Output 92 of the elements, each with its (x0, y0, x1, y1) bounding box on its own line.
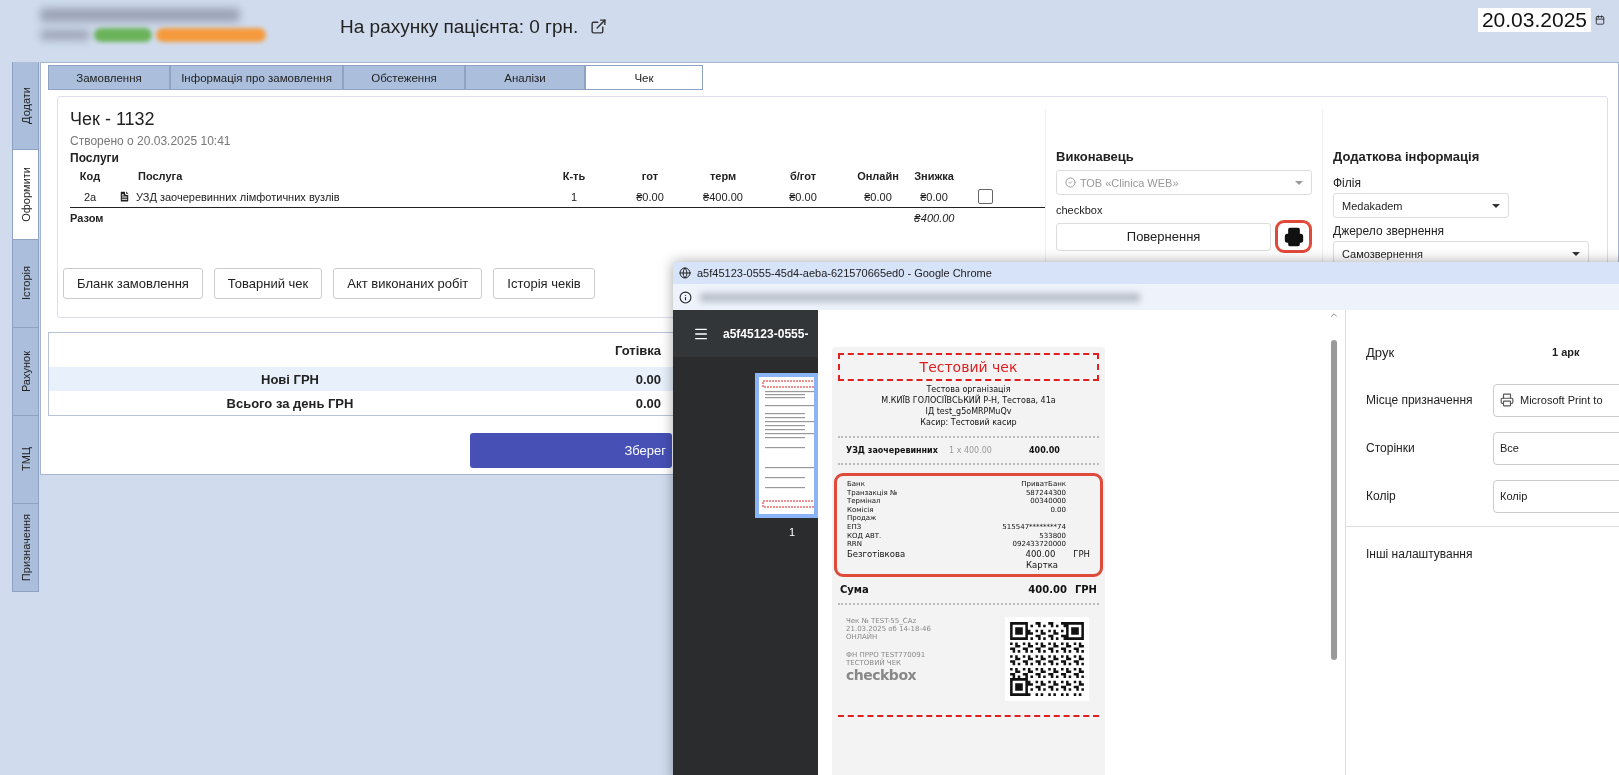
table-cell-text: ₴0.00 (919, 190, 949, 203)
row-label: Всього за день ГРН (225, 395, 355, 411)
table-cell-text: ₴0.00 (788, 190, 818, 203)
table-cell-text: 1 (569, 190, 579, 203)
more-settings[interactable]: Інші налаштування (1366, 547, 1619, 561)
setting-label: Місце призначення (1366, 393, 1474, 407)
page-thumbnail-drawing[interactable] (755, 373, 818, 518)
sum-amount: 400.00 (1028, 583, 1067, 595)
additional-heading: Додаткова інформація (1333, 149, 1481, 164)
sum-currency: ГРН (1074, 583, 1097, 595)
field-label: Джерело звернення (1333, 224, 1446, 238)
payment-currency: ГРН (1073, 548, 1090, 560)
setting-dropdown[interactable]: Все (1493, 431, 1619, 465)
receipt-item-quantity: 1 x 400.00 (949, 446, 993, 455)
print-button[interactable] (1275, 220, 1312, 253)
brand-logo: checkbox (846, 666, 918, 683)
receipt-banner: Тестовий чек (838, 353, 1099, 381)
total-value: ₴400.00 (912, 212, 956, 224)
page-number: 1 (789, 526, 797, 538)
table-cell-text: ₴0.00 (635, 190, 665, 203)
column-header: Готівка (613, 342, 661, 358)
redacted-badge (94, 28, 152, 42)
table-cell-text: 2a (82, 190, 98, 203)
printer-icon (1500, 393, 1514, 407)
tab[interactable]: Замовлення (48, 65, 170, 90)
side-tab[interactable]: Історія (12, 240, 39, 328)
check-title: Чек - 1132 (70, 109, 156, 130)
receipt-header-line: М.КИЇВ ГОЛОСІЇВСЬКИЙ Р-Н, Тестова, 41а (880, 395, 1057, 406)
column-header: Код (78, 169, 102, 182)
receipt-header-line: ІД test_g5oMRPMuQv (924, 406, 1013, 417)
settings-heading: Друк (1366, 344, 1396, 360)
column-header: б/гот (788, 169, 818, 182)
action-button[interactable]: Товарний чек (213, 268, 323, 299)
save-button[interactable]: Зберег (470, 433, 672, 468)
created-date: Створено о 20.03.2025 10:41 (70, 134, 232, 148)
side-tab[interactable]: Додати (12, 62, 39, 150)
column-header: Знижка (913, 169, 955, 182)
date-field[interactable]: 20.03.2025 (1477, 8, 1591, 32)
tab[interactable]: Чек (585, 65, 703, 90)
row-checkbox[interactable] (977, 189, 993, 204)
sheet-count: 1 арк (1552, 346, 1580, 358)
table-cell-text: ₴0.00 (863, 190, 893, 203)
payment-method: Картка (1026, 559, 1058, 571)
document-title: a5f45123-0555- (723, 326, 809, 341)
printer-icon (1283, 226, 1304, 247)
payment-amount: 400.00 (1025, 548, 1056, 560)
info-icon[interactable] (679, 290, 692, 304)
action-button[interactable]: Історія чеків (493, 268, 595, 299)
action-button[interactable]: Бланк замовлення (63, 268, 203, 299)
column-header: К-ть (561, 169, 587, 182)
action-button[interactable]: Акт виконаних робіт (333, 268, 483, 299)
row-label: Нові ГРН (260, 371, 320, 387)
receipt-header-line: Касир: Тестовий касир (919, 417, 1018, 428)
table-cell-text: 0.00 (634, 395, 661, 411)
setting-label: Сторінки (1366, 441, 1416, 455)
account-balance: На рахунку пацієнта: 0 грн. (340, 16, 579, 38)
external-link-icon[interactable] (590, 18, 608, 35)
performer-heading: Виконавець (1056, 149, 1135, 164)
sum-label: Сума (840, 583, 870, 595)
side-tab[interactable]: Призначення (12, 504, 39, 592)
window-title: a5f45123-0555-45d4-aeba-621570665ed0 - Google Chrome (697, 267, 992, 279)
setting-dropdown[interactable]: Microsoft Print to (1493, 383, 1619, 417)
table-cell-text: ₴400.00 (702, 190, 744, 203)
column-header: Онлайн (856, 169, 900, 182)
calendar-icon[interactable] (1595, 15, 1605, 25)
column-header: Послуга (137, 169, 184, 182)
document-icon (118, 190, 131, 203)
redacted-text (40, 30, 90, 40)
receipt-header-line: Тестова організація (926, 384, 1012, 395)
side-tab[interactable]: Оформити (12, 150, 39, 240)
tab[interactable]: Аналізи (465, 65, 585, 90)
receipt-item-sum: 400.00 (1029, 446, 1061, 455)
table-cell: УЗД заочеревинних лімфотичних вузлів (136, 190, 340, 203)
globe-icon (679, 267, 691, 279)
check-circle-icon (1065, 177, 1076, 188)
receipt-item-name: УЗД заочеревинних (846, 446, 939, 455)
column-header: гот (640, 169, 660, 182)
side-tab[interactable]: ТМЦ (12, 416, 39, 504)
return-button[interactable]: Повернення (1056, 222, 1272, 251)
tab[interactable]: Обстеження (343, 65, 465, 90)
setting-dropdown[interactable]: Колір (1493, 479, 1619, 513)
field-label: Філія (1333, 176, 1362, 190)
payment-label: Безготівкова (847, 548, 907, 560)
provider-label: checkbox (1056, 204, 1104, 216)
side-tab[interactable]: Рахунок (12, 328, 39, 416)
total-label: Разом (70, 212, 105, 224)
setting-label: Колір (1366, 489, 1397, 503)
column-header: терм (708, 169, 738, 182)
section-heading: Послуги (70, 151, 120, 165)
dropdown[interactable]: Medakadem (1333, 193, 1509, 218)
table-cell-text: 0.00 (634, 371, 661, 387)
tab[interactable]: Інформація про замовлення (170, 65, 343, 90)
